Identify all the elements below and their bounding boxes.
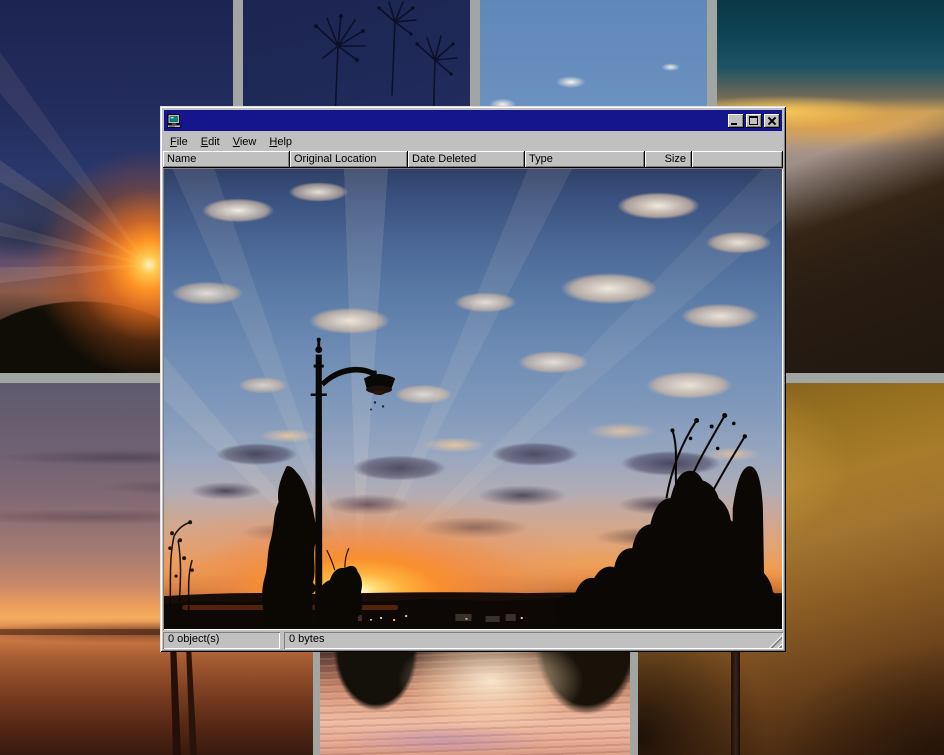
menu-view-hotkey: V xyxy=(233,136,240,148)
menu-view-rest: iew xyxy=(240,136,257,148)
status-bar: 0 object(s) 0 bytes xyxy=(163,632,783,649)
recycle-bin-window: File Edit View Help Name Original Locati… xyxy=(160,106,786,652)
menu-help[interactable]: Help xyxy=(263,134,298,150)
list-view[interactable] xyxy=(163,168,783,630)
status-object-count: 0 object(s) xyxy=(163,632,280,649)
menu-edit-hotkey: E xyxy=(201,136,208,148)
menu-view[interactable]: View xyxy=(227,134,263,150)
column-header-blank[interactable] xyxy=(692,151,783,168)
title-bar[interactable] xyxy=(164,110,782,131)
close-button[interactable] xyxy=(764,114,780,128)
minimize-button[interactable] xyxy=(728,114,744,128)
menu-bar: File Edit View Help xyxy=(163,132,783,151)
menu-edit-rest: dit xyxy=(208,136,220,148)
column-header-original-location[interactable]: Original Location xyxy=(290,151,408,168)
column-header-row: Name Original Location Date Deleted Type… xyxy=(163,151,783,168)
minimize-icon xyxy=(731,123,737,125)
menu-file[interactable]: File xyxy=(164,134,194,150)
computer-icon[interactable] xyxy=(166,113,182,129)
column-header-size[interactable]: Size xyxy=(645,151,692,168)
menu-file-hotkey: F xyxy=(170,136,177,148)
status-total-size: 0 bytes xyxy=(284,632,783,649)
column-header-date-deleted[interactable]: Date Deleted xyxy=(408,151,525,168)
maximize-button[interactable] xyxy=(746,114,762,128)
maximize-icon xyxy=(749,116,758,125)
photo-silhouettes xyxy=(164,169,782,629)
column-header-type[interactable]: Type xyxy=(525,151,645,168)
close-icon xyxy=(767,116,777,125)
menu-file-rest: ile xyxy=(177,136,188,148)
menu-edit[interactable]: Edit xyxy=(195,134,226,150)
column-header-name[interactable]: Name xyxy=(163,151,290,168)
desktop[interactable]: { "window": { "title": "", "titlebar_ico… xyxy=(0,0,944,755)
menu-help-rest: elp xyxy=(277,136,292,148)
